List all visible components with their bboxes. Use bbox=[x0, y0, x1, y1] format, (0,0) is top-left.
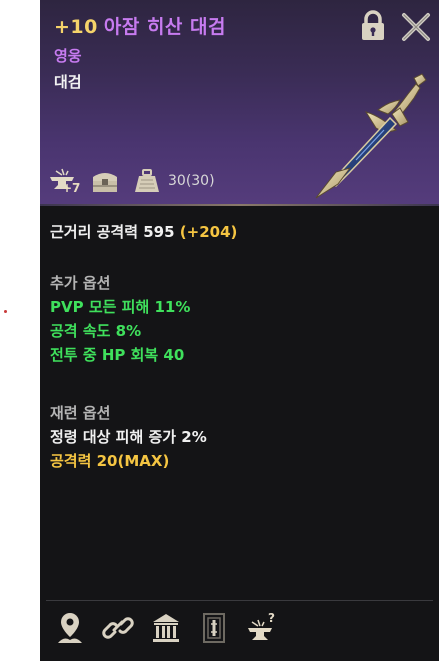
anvil-question-icon[interactable]: ? bbox=[246, 610, 278, 646]
item-grade: 영웅 bbox=[54, 47, 82, 65]
footer-divider bbox=[46, 600, 433, 601]
enhance-badge: +7 bbox=[62, 181, 81, 195]
reforge-options-title: 재련 옵션 bbox=[50, 404, 111, 422]
action-bar: ? bbox=[54, 606, 294, 650]
lock-icon[interactable] bbox=[360, 10, 386, 42]
reforge-option-item: 정령 대상 피해 증가 2% bbox=[50, 428, 207, 446]
book-icon[interactable] bbox=[198, 610, 230, 646]
item-header: +10 아잠 히산 대검 영웅 대검 +7 30(30) bbox=[40, 0, 439, 206]
item-name: 아잠 히산 대검 bbox=[103, 16, 226, 38]
bank-icon[interactable] bbox=[150, 610, 182, 646]
weight-icon bbox=[132, 167, 162, 195]
additional-option-item: PVP 모든 피해 11% bbox=[50, 298, 191, 316]
location-pin-icon[interactable] bbox=[54, 610, 86, 646]
main-stat-bonus: (+204) bbox=[179, 223, 238, 241]
additional-options-title: 추가 옵션 bbox=[50, 274, 111, 292]
enhance-level: +10 bbox=[54, 16, 98, 38]
item-status-row: +7 30(30) bbox=[48, 166, 215, 196]
main-stat-label: 근거리 공격력 595 bbox=[50, 223, 175, 241]
link-icon[interactable] bbox=[102, 610, 134, 646]
weight-value: 30(30) bbox=[168, 173, 215, 189]
item-title: +10 아잠 히산 대검 bbox=[54, 12, 226, 39]
item-details: 근거리 공격력 595 (+204) 추가 옵션 PVP 모든 피해 11% 공… bbox=[50, 220, 430, 473]
main-stat: 근거리 공격력 595 (+204) bbox=[50, 220, 430, 244]
stray-dot bbox=[4, 310, 7, 313]
additional-option-item: 전투 중 HP 회복 40 bbox=[50, 346, 185, 364]
additional-option-item: 공격 속도 8% bbox=[50, 322, 142, 340]
item-type: 대검 bbox=[54, 73, 82, 91]
anvil-enhance-icon: +7 bbox=[48, 167, 81, 195]
reforge-option-item: 공격력 20(MAX) bbox=[50, 452, 170, 470]
item-tooltip-panel: +10 아잠 히산 대검 영웅 대검 +7 30(30) 근거리 공격력 595… bbox=[40, 0, 439, 661]
chest-icon bbox=[90, 167, 120, 195]
close-icon[interactable] bbox=[400, 11, 432, 43]
svg-text:?: ? bbox=[268, 611, 275, 625]
greatsword-icon bbox=[315, 73, 427, 199]
